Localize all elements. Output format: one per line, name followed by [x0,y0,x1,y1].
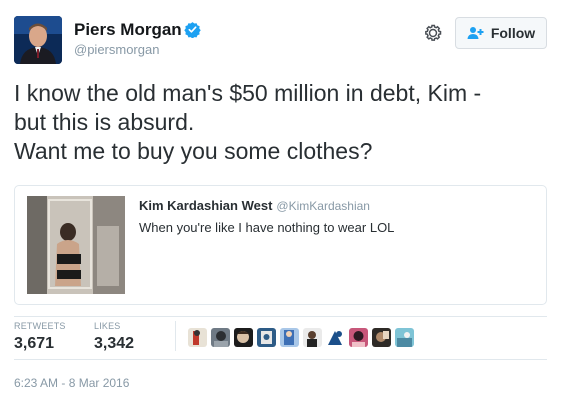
retweets-label: RETWEETS [14,321,66,331]
quoted-tweet[interactable]: Kim Kardashian West @KimKardashian When y… [14,185,547,305]
liker-avatar[interactable] [349,328,368,347]
add-user-icon [467,27,484,39]
likes-stat[interactable]: LIKES 3,342 [94,321,134,353]
quoted-text: When you're like I have nothing to wear … [139,220,395,235]
divider [14,359,547,360]
verified-badge-icon [184,21,201,39]
quoted-author-name: Kim Kardashian West [139,198,273,213]
follow-label: Follow [490,25,536,41]
gear-icon[interactable] [422,22,444,44]
author-name[interactable]: Piers Morgan [74,20,182,40]
liker-avatar[interactable] [395,328,414,347]
tweet-line: but this is absurd. [14,109,195,135]
retweets-stat[interactable]: RETWEETS 3,671 [14,321,66,353]
quoted-photo[interactable] [27,196,125,294]
liker-avatar[interactable] [234,328,253,347]
retweets-count: 3,671 [14,335,55,352]
tweet-line: I know the old man's $50 million in debt… [14,80,482,106]
quoted-author-handle: @KimKardashian [276,199,370,213]
liker-avatar[interactable] [372,328,391,347]
author-avatar[interactable] [14,16,62,64]
tweet-line: Want me to buy you some clothes? [14,138,373,164]
quoted-author[interactable]: Kim Kardashian West @KimKardashian [139,198,370,213]
author-handle[interactable]: @piersmorgan [74,42,159,57]
follow-button[interactable]: Follow [455,17,547,49]
liker-avatar[interactable] [280,328,299,347]
liker-avatar[interactable] [188,328,207,347]
divider [14,316,547,317]
likes-count: 3,342 [94,335,135,352]
likers-avatars [188,328,414,347]
timestamp[interactable]: 6:23 AM - 8 Mar 2016 [14,376,129,390]
photo-thumbnail [27,196,125,294]
liker-avatar[interactable] [211,328,230,347]
liker-avatar[interactable] [326,328,345,347]
liker-avatar[interactable] [303,328,322,347]
liker-avatar[interactable] [257,328,276,347]
likes-label: LIKES [94,321,121,331]
profile-photo-icon [14,16,62,64]
tweet-text: I know the old man's $50 million in debt… [14,79,564,166]
stats-divider [175,321,176,351]
